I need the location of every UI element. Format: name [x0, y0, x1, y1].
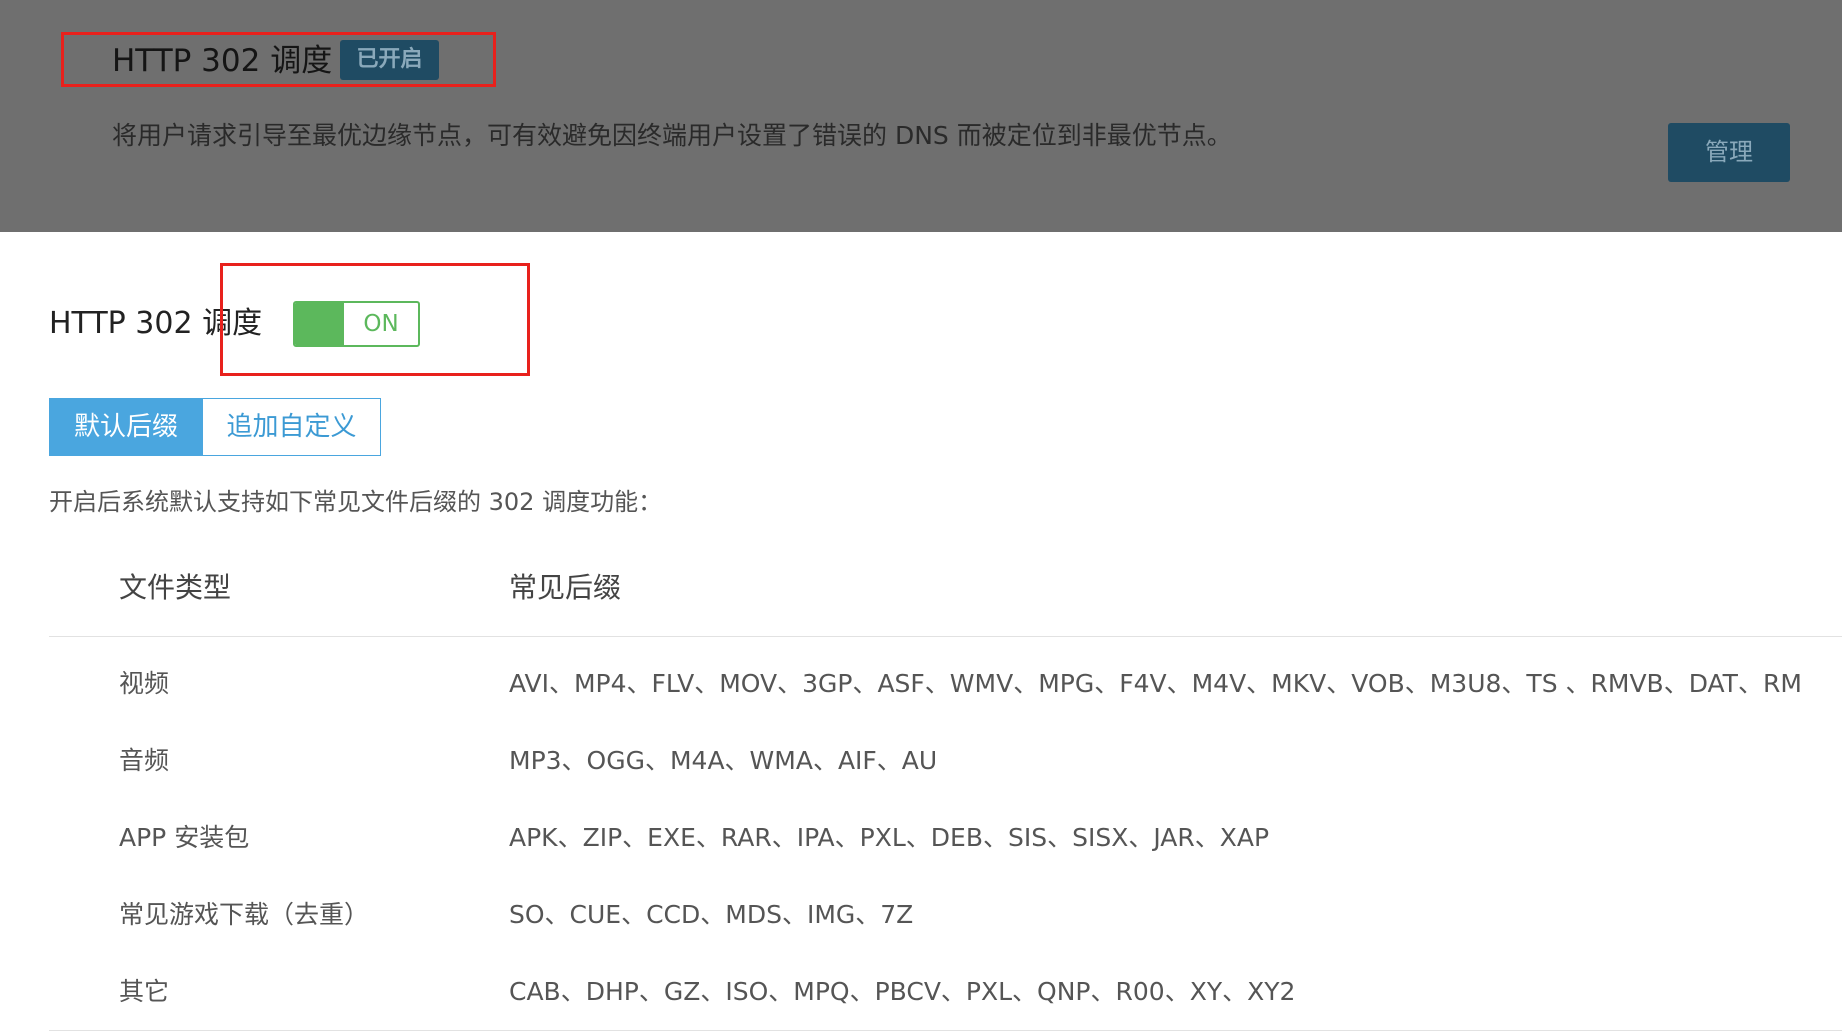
tab-custom-suffix[interactable]: 追加自定义: [203, 398, 381, 456]
suffix-cell: AVI、MP4、FLV、MOV、3GP、ASF、WMV、MPG、F4V、M4V、…: [509, 669, 1802, 698]
table-row: 其它 CAB、DHP、GZ、ISO、MPQ、PBCV、PXL、QNP、R00、X…: [49, 953, 1842, 1030]
table-header: 文件类型 常见后缀: [49, 558, 1842, 637]
highlight-box-switch: [220, 263, 530, 376]
highlight-box-title: [61, 32, 496, 87]
column-header-suffix: 常见后缀: [509, 571, 622, 604]
card-description: 将用户请求引导至最优边缘节点，可有效避免因终端用户设置了错误的 DNS 而被定位…: [112, 121, 1232, 150]
file-type-cell: 其它: [119, 977, 170, 1006]
file-type-cell: 视频: [119, 669, 170, 698]
file-type-cell: 音频: [119, 746, 170, 775]
file-type-cell: 常见游戏下载（去重）: [119, 900, 370, 929]
table-body: 视频 AVI、MP4、FLV、MOV、3GP、ASF、WMV、MPG、F4V、M…: [49, 637, 1842, 1031]
suffix-cell: APK、ZIP、EXE、RAR、IPA、PXL、DEB、SIS、SISX、JAR…: [509, 823, 1270, 852]
manage-button[interactable]: 管理: [1668, 123, 1790, 182]
file-type-cell: APP 安装包: [119, 823, 250, 852]
table-row: 视频 AVI、MP4、FLV、MOV、3GP、ASF、WMV、MPG、F4V、M…: [49, 645, 1842, 722]
http302-card: HTTP 302 调度 已开启 将用户请求引导至最优边缘节点，可有效避免因终端用…: [0, 0, 1842, 232]
table-row: 常见游戏下载（去重） SO、CUE、CCD、MDS、IMG、7Z: [49, 876, 1842, 953]
tab-default-suffix[interactable]: 默认后缀: [49, 398, 203, 456]
table-row: APP 安装包 APK、ZIP、EXE、RAR、IPA、PXL、DEB、SIS、…: [49, 799, 1842, 876]
suffix-table: 文件类型 常见后缀 视频 AVI、MP4、FLV、MOV、3GP、ASF、WMV…: [49, 558, 1842, 1031]
suffix-cell: SO、CUE、CCD、MDS、IMG、7Z: [509, 900, 914, 929]
table-row: 音频 MP3、OGG、M4A、WMA、AIF、AU: [49, 722, 1842, 799]
suffix-cell: MP3、OGG、M4A、WMA、AIF、AU: [509, 746, 938, 775]
suffix-tabs: 默认后缀 追加自定义: [49, 398, 381, 456]
intro-text: 开启后系统默认支持如下常见文件后缀的 302 调度功能：: [49, 488, 663, 516]
column-header-file-type: 文件类型: [119, 571, 232, 604]
suffix-cell: CAB、DHP、GZ、ISO、MPQ、PBCV、PXL、QNP、R00、XY、X…: [509, 977, 1296, 1006]
